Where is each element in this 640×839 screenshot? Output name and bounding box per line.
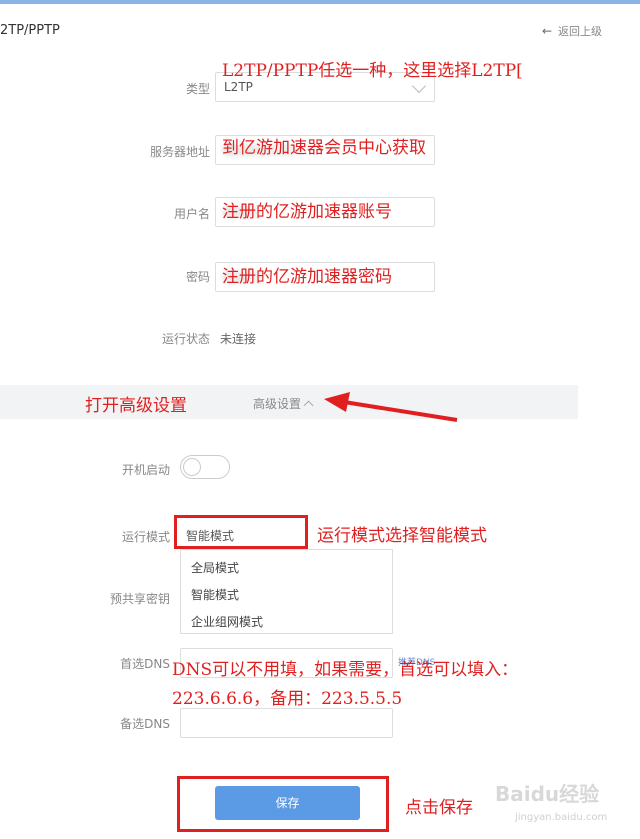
back-arrow-icon: ←	[541, 24, 552, 38]
annotation-advanced-note: 打开高级设置	[85, 396, 187, 416]
save-button[interactable]: 保存	[215, 786, 360, 820]
annotation-username-note: 注册的亿游加速器账号	[222, 202, 392, 222]
annotation-mode-note: 运行模式选择智能模式	[317, 526, 487, 546]
password-label: 密码	[185, 270, 210, 284]
annotation-password-note: 注册的亿游加速器密码	[222, 267, 392, 287]
chevron-up-icon	[303, 400, 314, 411]
dns2-input[interactable]	[180, 708, 393, 738]
annotation-dns-note-line2: 223.6.6.6，备用：223.5.5.5	[172, 689, 403, 709]
autostart-toggle[interactable]	[180, 455, 230, 479]
annotation-server-note: 到亿游加速器会员中心获取	[222, 138, 426, 158]
status-label: 运行状态	[161, 332, 210, 346]
psk-label: 预共享密钥	[109, 592, 170, 606]
red-highlight-box-mode	[174, 515, 308, 549]
advanced-settings-label: 高级设置	[253, 397, 302, 411]
autostart-label: 开机启动	[121, 463, 170, 477]
annotation-type-note: L2TP/PPTP任选一种，这里选择L2TP[	[222, 61, 523, 81]
mode-option-smart[interactable]: 智能模式	[191, 586, 239, 603]
toggle-knob	[183, 458, 201, 476]
mode-option-enterprise[interactable]: 企业组网模式	[191, 613, 263, 630]
dns2-label: 备选DNS	[120, 717, 170, 731]
status-value: 未连接	[220, 332, 257, 346]
annotation-dns-note-line1: DNS可以不用填，如果需要，首选可以填入：	[172, 660, 519, 680]
mode-dropdown-list: 全局模式 智能模式 企业组网模式	[180, 549, 393, 634]
annotation-save-note: 点击保存	[405, 798, 473, 818]
baidu-watermark: Baidu经验	[495, 782, 600, 806]
chevron-down-icon	[411, 78, 427, 94]
server-label: 服务器地址	[149, 145, 210, 159]
back-link-label: 返回上级	[558, 25, 602, 38]
top-accent-bar	[0, 0, 640, 4]
back-link[interactable]: ← 返回上级	[542, 23, 602, 39]
username-label: 用户名	[173, 207, 210, 221]
type-label: 类型	[185, 82, 210, 96]
page-title: 2TP/PPTP	[0, 23, 60, 38]
dns1-label: 首选DNS	[120, 657, 170, 671]
red-arrow-icon	[324, 392, 458, 422]
mode-option-global[interactable]: 全局模式	[191, 559, 239, 576]
advanced-settings-toggle[interactable]: 高级设置	[253, 395, 314, 412]
type-select-value: L2TP	[224, 80, 253, 94]
baidu-watermark-url: jingyan.baidu.com	[515, 812, 608, 823]
mode-label: 运行模式	[121, 530, 170, 544]
